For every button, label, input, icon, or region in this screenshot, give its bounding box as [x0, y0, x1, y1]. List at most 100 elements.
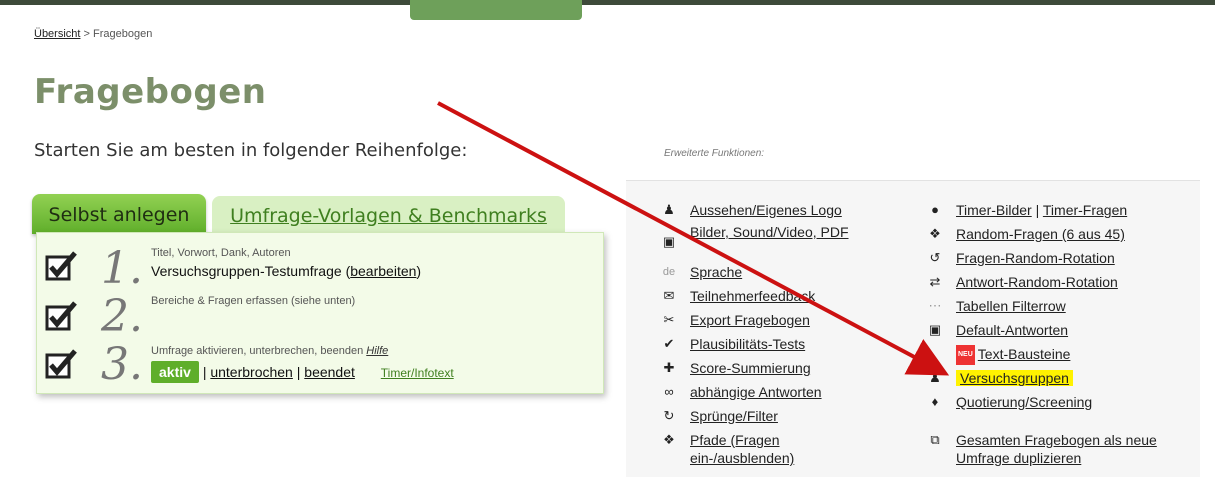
step-number: 1.	[101, 243, 143, 294]
survey-title: Versuchsgruppen-Testumfrage	[151, 263, 342, 279]
func-random-fragen: ❖ Random-Fragen (6 aus 45)	[929, 225, 1196, 243]
step-3: 3. Umfrage aktivieren, unterbrechen, bee…	[37, 343, 597, 393]
step-description: Bereiche & Fragen erfassen (siehe unten)	[151, 295, 356, 307]
func-default-link[interactable]: Default-Antworten	[956, 322, 1068, 338]
breadcrumb-separator: >	[80, 28, 94, 40]
tab-selbst-anlegen[interactable]: Selbst anlegen	[32, 194, 206, 234]
breadcrumb: Übersicht > Fragebogen	[34, 28, 152, 40]
person-icon: ♟	[663, 202, 675, 217]
func-versuchsgruppen: ♟ Versuchsgruppen	[929, 369, 1196, 387]
func-pfade-link[interactable]: Pfade (Fragen ein-/ausblenden)	[690, 432, 794, 466]
breadcrumb-home-link[interactable]: Übersicht	[34, 28, 80, 40]
func-plausibilitaet: ✔ Plausibilitäts-Tests	[664, 335, 900, 353]
scissors-icon: ✂	[663, 312, 675, 327]
jump-icon: ↻	[663, 408, 675, 423]
func-abhaengige-link[interactable]: abhängige Antworten	[690, 384, 822, 400]
func-versuchsgruppen-link[interactable]: Versuchsgruppen	[960, 370, 1069, 386]
aktiv-button[interactable]: aktiv	[151, 361, 199, 383]
func-text-bausteine-link[interactable]: Text-Bausteine	[978, 346, 1071, 362]
check-icon: ✔	[663, 336, 675, 351]
func-fragen-random: ↺ Fragen-Random-Rotation	[930, 249, 1196, 267]
func-tabellen: ⋯ Tabellen Filterrow	[929, 297, 1196, 315]
func-default: ▣ Default-Antworten	[929, 321, 1196, 339]
func-teilnehmerfeedback: ✉ Teilnehmerfeedback	[664, 287, 900, 305]
step-survey-title: Versuchsgruppen-Testumfrage (bearbeiten)	[151, 263, 421, 279]
step-description: Umfrage aktivieren, unterbrechen, beende…	[151, 345, 388, 357]
func-teilnehmerfeedback-link[interactable]: Teilnehmerfeedback	[690, 288, 815, 304]
beendet-link[interactable]: beendet	[304, 364, 355, 380]
func-sprache: de Sprache	[663, 263, 900, 281]
edit-close-paren: )	[416, 263, 422, 279]
func-score-link[interactable]: Score-Summierung	[690, 360, 811, 376]
step-description: Titel, Vorwort, Dank, Autoren	[151, 247, 291, 259]
signpost-icon: ❖	[663, 432, 675, 447]
func-pfade: ❖ Pfade (Fragen ein-/ausblenden)	[663, 431, 860, 467]
func-export-link[interactable]: Export Fragebogen	[690, 312, 810, 328]
checkbox-checked-icon	[45, 349, 77, 379]
status-controls: aktiv | unterbrochen | beendet Timer/Inf…	[151, 361, 454, 383]
tag-icon: ♦	[931, 394, 939, 409]
func-timer-bilder-link[interactable]: Timer-Bilder	[956, 202, 1032, 218]
func-plausibilitaet-link[interactable]: Plausibilitäts-Tests	[690, 336, 805, 352]
func-abhaengige: ∞ abhängige Antworten	[664, 383, 900, 401]
func-duplizieren-link[interactable]: Gesamten Fragebogen als neue Umfrage dup…	[956, 432, 1157, 466]
func-spruenge: ↻ Sprünge/Filter	[664, 407, 900, 425]
feedback-icon: ✉	[663, 288, 675, 303]
checkbox-checked-icon	[45, 301, 77, 331]
func-quotierung: ♦ Quotierung/Screening	[932, 393, 1196, 411]
edit-link[interactable]: bearbeiten	[350, 263, 416, 279]
new-badge: NEU	[956, 345, 975, 366]
rotate-icon: ↺	[929, 250, 941, 265]
person-icon: ♟	[929, 370, 941, 385]
versuchsgruppen-highlight: Versuchsgruppen	[956, 370, 1073, 386]
func-text-bausteine: NEU Text-Bausteine	[956, 345, 1196, 366]
table-icon: ⋯	[928, 298, 942, 313]
step-number: 3.	[101, 339, 143, 390]
func-spruenge-link[interactable]: Sprünge/Filter	[690, 408, 778, 424]
page-title: Fragebogen	[34, 72, 267, 112]
steps-panel: 1. Titel, Vorwort, Dank, Autoren Versuch…	[36, 232, 604, 394]
step-2: 2. Bereiche & Fragen erfassen (siehe unt…	[37, 295, 597, 345]
unterbrochen-link[interactable]: unterbrochen	[210, 364, 293, 380]
func-sprache-link[interactable]: Sprache	[690, 264, 742, 280]
top-nav-tab[interactable]	[410, 0, 582, 20]
func-duplizieren: ⧉ Gesamten Fragebogen als neue Umfrage du…	[930, 431, 1166, 467]
func-aussehen-link[interactable]: Aussehen/Eigenes Logo	[690, 202, 842, 218]
image-icon: ▣	[662, 234, 676, 249]
func-timer: ● Timer-Bilder | Timer-Fragen	[931, 201, 1196, 219]
clock-icon: ●	[931, 202, 939, 217]
pin-icon: ❖	[929, 226, 941, 241]
plus-icon: ✚	[663, 360, 675, 375]
func-bilder-link[interactable]: Bilder, Sound/Video, PDF	[690, 224, 849, 240]
func-random-fragen-link[interactable]: Random-Fragen (6 aus 45)	[956, 226, 1125, 242]
step-number: 2.	[101, 291, 143, 342]
step-3-text: Umfrage aktivieren, unterbrechen, beende…	[151, 345, 364, 357]
checkbox-checked-icon	[45, 251, 77, 281]
func-score: ✚ Score-Summierung	[664, 359, 900, 377]
extended-functions-label: Erweiterte Funktionen:	[664, 148, 765, 159]
language-icon: de	[662, 266, 676, 278]
func-antwort-random-link[interactable]: Antwort-Random-Rotation	[956, 274, 1118, 290]
duplicate-icon: ⧉	[930, 432, 940, 447]
page-subtitle: Starten Sie am besten in folgender Reihe…	[34, 140, 468, 161]
timer-infotext-link[interactable]: Timer/Infotext	[381, 366, 454, 380]
func-aussehen: ♟ Aussehen/Eigenes Logo	[663, 201, 900, 219]
func-fragen-random-link[interactable]: Fragen-Random-Rotation	[956, 250, 1115, 266]
func-tabellen-link[interactable]: Tabellen Filterrow	[956, 298, 1066, 314]
timer-separator: |	[1031, 202, 1043, 218]
func-timer-fragen-link[interactable]: Timer-Fragen	[1043, 202, 1127, 218]
default-icon: ▣	[928, 322, 942, 337]
tab-umfrage-vorlagen[interactable]: Umfrage-Vorlagen & Benchmarks	[212, 196, 565, 234]
link-icon: ∞	[664, 384, 674, 399]
func-bilder: ▣ Bilder, Sound/Video, PDF	[663, 223, 870, 249]
shuffle-icon: ⇄	[929, 274, 941, 289]
help-link[interactable]: Hilfe	[366, 345, 388, 357]
func-export: ✂ Export Fragebogen	[664, 311, 900, 329]
func-quotierung-link[interactable]: Quotierung/Screening	[956, 394, 1092, 410]
step-1: 1. Titel, Vorwort, Dank, Autoren Versuch…	[37, 245, 597, 295]
func-antwort-random: ⇄ Antwort-Random-Rotation	[930, 273, 1196, 291]
top-bar	[0, 0, 1215, 5]
status-separator: |	[292, 364, 305, 380]
breadcrumb-current: Fragebogen	[93, 28, 153, 40]
extended-functions-panel: ♟ Aussehen/Eigenes Logo ▣ Bilder, Sound/Vi…	[626, 180, 1200, 477]
